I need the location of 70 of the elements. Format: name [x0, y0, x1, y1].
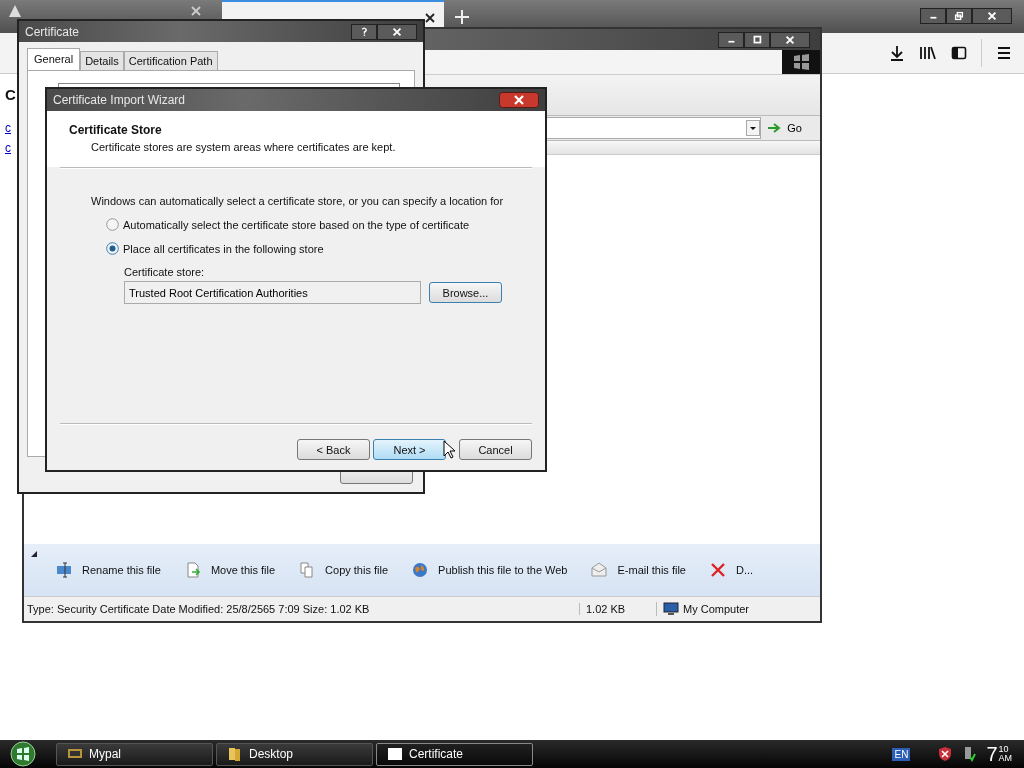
new-tab-icon[interactable] — [454, 9, 470, 25]
envelope-icon — [591, 562, 608, 578]
globe-icon — [412, 562, 429, 578]
task-link[interactable]: Move this file — [184, 562, 276, 578]
wizard-button[interactable]: Next > — [373, 439, 446, 460]
radio-option[interactable]: Automatically select the certificate store based on the type of certificate — [106, 218, 544, 231]
tab[interactable]: Certification Path — [123, 51, 218, 70]
window-title: Certificate Import Wizard — [53, 93, 186, 107]
power-icon[interactable] — [962, 746, 977, 762]
clock-period: AM — [998, 754, 1012, 763]
close-button[interactable] — [972, 8, 1012, 24]
page-heading: C — [5, 86, 16, 103]
collapse-icon[interactable] — [30, 550, 38, 558]
instruction-text: Windows can automatically select a certificate store, or you can specify a location for — [91, 195, 505, 207]
cursor-icon — [443, 440, 455, 459]
minimize-button[interactable] — [920, 8, 946, 24]
task-link[interactable]: D... — [709, 562, 754, 578]
browse-button[interactable]: Browse... — [429, 282, 502, 303]
file-arrow-icon — [184, 562, 201, 578]
minimize-button[interactable] — [718, 31, 744, 48]
arrow-icon — [767, 122, 782, 134]
cross-icon — [709, 562, 726, 578]
menu-icon[interactable] — [996, 45, 1012, 61]
task-link[interactable]: Publish this file to the Web — [412, 562, 568, 578]
radio-option[interactable]: Place all certificates in the following store — [106, 242, 544, 255]
task-link[interactable]: E-mail this file — [591, 562, 686, 578]
taskbar-button[interactable]: Certificate — [376, 742, 533, 766]
close-button[interactable] — [377, 23, 417, 40]
clock-minute: 10 — [998, 745, 1010, 754]
task-link[interactable]: Copy this file — [299, 562, 389, 578]
rename-icon — [56, 562, 72, 578]
radio-button[interactable] — [106, 242, 119, 255]
status-text: 1.02 KB — [579, 603, 656, 615]
windows-logo-icon — [782, 50, 820, 74]
store-field[interactable]: Trusted Root Certification Authorities — [124, 281, 421, 304]
page-subtitle: Certificate stores are system areas where certificates are kept. — [91, 141, 397, 153]
shield-icon[interactable] — [938, 746, 953, 762]
page-heading: Certificate Store — [69, 123, 163, 137]
taskbar-button[interactable]: Mypal — [56, 742, 213, 766]
clock-hour: 7 — [986, 742, 998, 766]
folder-icon — [227, 746, 243, 762]
tab[interactable]: Details — [80, 51, 124, 70]
help-button[interactable] — [351, 23, 377, 40]
radio-button[interactable] — [106, 218, 119, 231]
restore-button[interactable] — [946, 8, 972, 24]
sidebar-icon[interactable] — [951, 45, 967, 61]
computer-icon — [663, 602, 679, 616]
window-title: Certificate — [25, 24, 80, 39]
start-button[interactable] — [8, 740, 38, 768]
status-text: My Computer — [683, 603, 750, 615]
library-icon[interactable] — [919, 45, 937, 61]
wizard-button[interactable]: < Back — [297, 439, 370, 460]
document-icon — [387, 746, 403, 762]
language-indicator[interactable]: EN — [892, 747, 911, 761]
wizard-button[interactable]: Cancel — [459, 439, 532, 460]
tab[interactable]: General — [27, 48, 81, 70]
maximize-button[interactable] — [744, 31, 770, 48]
download-icon[interactable] — [889, 45, 905, 61]
close-icon[interactable] — [424, 11, 436, 24]
page-link[interactable]: c — [5, 141, 16, 155]
task-link[interactable]: Rename this file — [56, 562, 161, 578]
copy-icon — [299, 562, 316, 578]
close-button[interactable] — [770, 31, 810, 48]
go-button[interactable]: Go — [761, 117, 820, 139]
page-link[interactable]: c — [5, 121, 16, 135]
close-button[interactable] — [499, 92, 539, 108]
warning-icon — [8, 3, 22, 18]
status-text: Type: Security Certificate Date Modified: 25/8/2565 7:09 Size: 1.02 KB — [26, 603, 371, 615]
field-label: Certificate store: — [124, 266, 206, 278]
taskbar-button[interactable]: Desktop — [216, 742, 373, 766]
